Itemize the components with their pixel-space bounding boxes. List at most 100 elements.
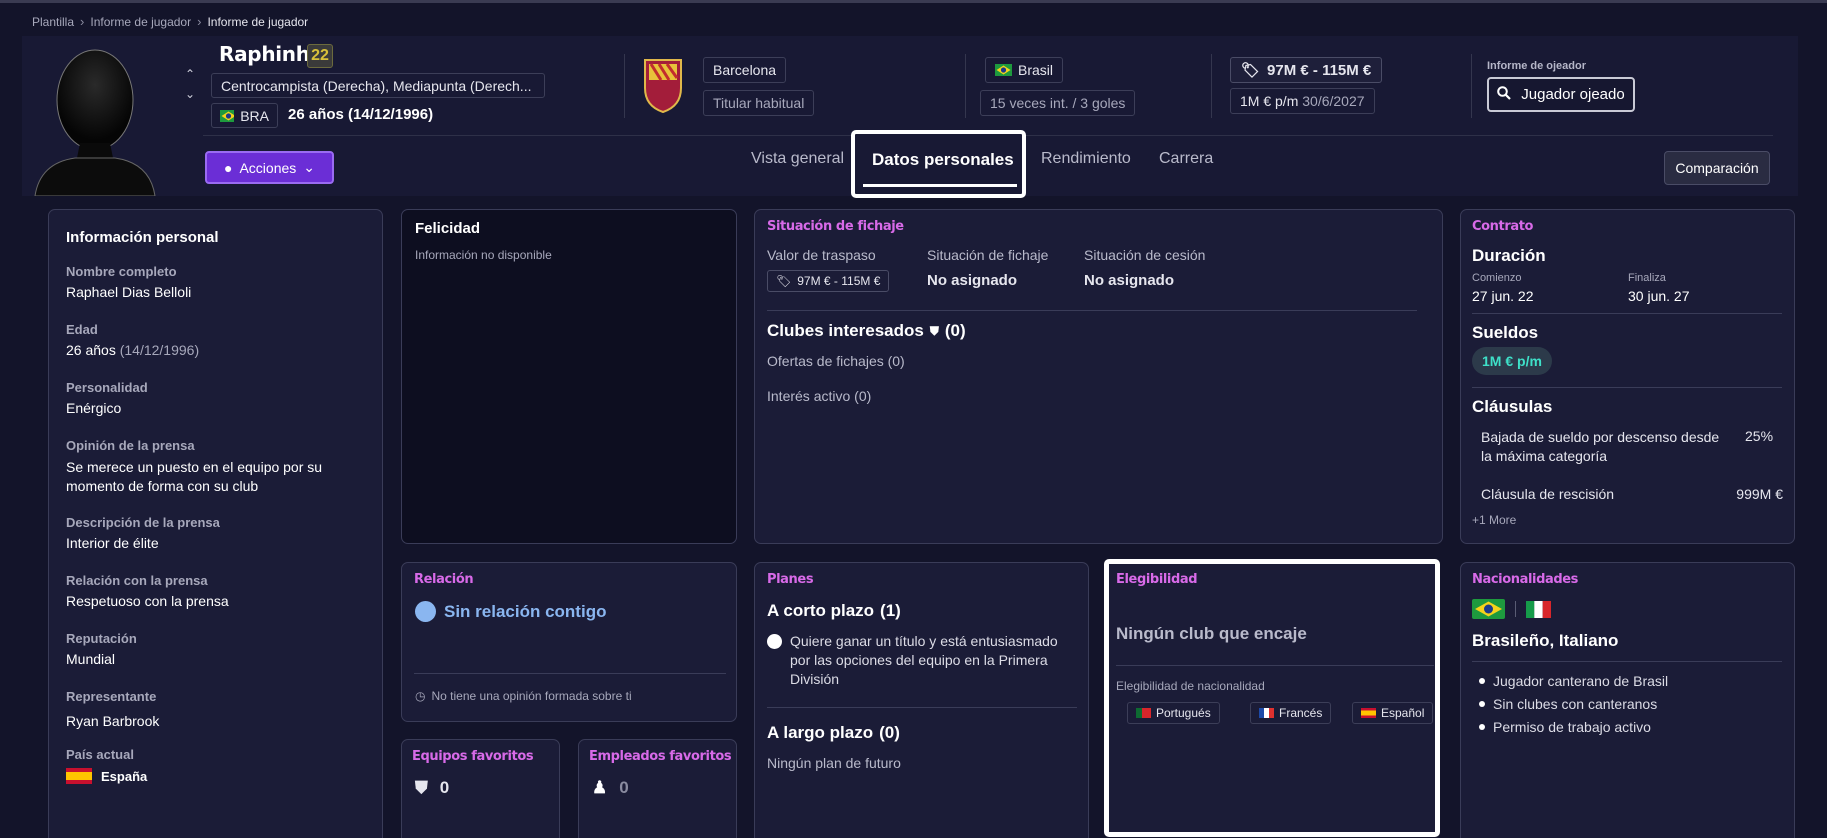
tab-overview[interactable]: Vista general xyxy=(751,150,844,168)
long-term-text: Ningún plan de futuro xyxy=(767,755,901,771)
field-value: Respetuoso con la prensa xyxy=(66,593,229,609)
tab-career[interactable]: Carrera xyxy=(1159,150,1213,168)
clause-release-value: 999M € xyxy=(1736,486,1783,502)
relation-status-text: Sin relación contigo xyxy=(444,601,607,621)
list-item: Jugador canterano de Brasil xyxy=(1479,673,1668,689)
spain-flag-icon xyxy=(66,768,92,784)
contract-end: 30/6/2027 xyxy=(1302,93,1365,109)
brazil-flag-icon xyxy=(995,64,1012,76)
clause-relegation-value: 25% xyxy=(1745,428,1774,444)
breadcrumb-item[interactable]: Plantilla xyxy=(32,15,74,29)
chevron-down-icon: ⌄ xyxy=(303,159,315,175)
field-reputation: Reputación Mundial xyxy=(66,631,366,689)
clauses-title: Cláusulas xyxy=(1472,397,1553,416)
field-extra: (14/12/1996) xyxy=(119,342,200,358)
nationalities-title: Nacionalidades xyxy=(1472,572,1579,587)
list-item: Permiso de trabajo activo xyxy=(1479,719,1668,735)
wage-text: 1M € p/m xyxy=(1240,93,1299,109)
relation-title: Relación xyxy=(414,572,474,587)
field-press-opinion: Opinión de la prensa Se merece un puesto … xyxy=(66,438,366,515)
favourite-staff-panel: Empleados favoritos ♟ 0 xyxy=(578,739,737,838)
field-value: Mundial xyxy=(66,651,116,667)
divider xyxy=(1211,54,1212,118)
long-term: A largo plazo (0) xyxy=(767,723,900,743)
club-crest-icon xyxy=(644,59,682,114)
personal-info-panel: Información personal Nombre completo Raph… xyxy=(48,209,383,838)
country-badge[interactable]: Brasil xyxy=(985,57,1064,83)
relation-note-text: No tiene una opinión formada sobre ti xyxy=(431,689,632,703)
personal-info-title: Información personal xyxy=(66,229,219,246)
contract-start-label: Comienzo xyxy=(1472,272,1522,284)
bullet-icon xyxy=(1479,701,1485,707)
field-label: País actual xyxy=(66,747,134,762)
favourite-teams-count: ⛊ 0 xyxy=(415,778,449,798)
favourite-teams-title: Equipos favoritos xyxy=(412,749,534,764)
nationalities-names: Brasileño, Italiano xyxy=(1472,631,1619,650)
favourite-teams-count-value: 0 xyxy=(439,778,450,797)
contract-title: Contrato xyxy=(1472,219,1534,234)
plans-panel: Planes A corto plazo (1) Quiere ganar un … xyxy=(754,562,1089,838)
field-value: Interior de élite xyxy=(66,535,159,551)
favourite-staff-title: Empleados favoritos xyxy=(589,749,732,764)
tab-personal-data[interactable]: Datos personales xyxy=(851,130,1026,198)
international-caps: 15 veces int. / 3 goles xyxy=(980,90,1136,116)
field-value: Se merece un puesto en el equipo por su … xyxy=(66,459,323,494)
actions-label: Acciones xyxy=(239,159,297,176)
clock-icon: ◷ xyxy=(415,689,426,703)
field-value: Enérgico xyxy=(66,400,122,416)
field-value: Ryan Barbrook xyxy=(66,713,160,729)
clause-relegation: Bajada de sueldo por descenso desde la m… xyxy=(1481,429,1720,464)
language-name: Francés xyxy=(1279,706,1323,720)
interested-clubs-count: (0) xyxy=(944,321,966,340)
language-name: Español xyxy=(1381,706,1425,720)
more-clauses-link[interactable]: +1 More xyxy=(1472,513,1516,527)
spain-flag-icon xyxy=(1361,708,1376,718)
chevron-right-icon: › xyxy=(80,14,85,29)
relation-note: ◷ No tiene una opinión formada sobre ti xyxy=(415,689,632,703)
interested-clubs-title: Clubes interesados xyxy=(767,321,924,340)
contract-end-date: 30 jun. 27 xyxy=(1628,288,1690,304)
language-chip-french: Francés xyxy=(1250,702,1332,724)
club-name[interactable]: Barcelona xyxy=(703,57,787,83)
scouted-player-button[interactable]: Jugador ojeado xyxy=(1487,77,1635,112)
favourite-staff-count-value: 0 xyxy=(619,778,629,797)
chevron-down-icon[interactable]: ⌄ xyxy=(185,87,195,101)
avatar xyxy=(34,49,156,196)
transfer-status-title: Situación de fichaje xyxy=(767,219,904,234)
plans-title: Planes xyxy=(767,572,814,587)
tab-performance[interactable]: Rendimiento xyxy=(1041,150,1131,168)
field-value: España xyxy=(101,768,148,784)
relation-panel: Relación Sin relación contigo ◷ No tiene … xyxy=(401,562,737,722)
contract-start: 27 jun. 22 xyxy=(1472,288,1534,304)
wages-title: Sueldos xyxy=(1472,323,1539,342)
breadcrumb-item[interactable]: Informe de jugador xyxy=(90,15,191,29)
divider xyxy=(1472,313,1782,314)
list-item-text: Permiso de trabajo activo xyxy=(1493,719,1651,735)
portugal-flag-icon xyxy=(1136,708,1151,718)
interested-clubs: Clubes interesados ⛊ (0) xyxy=(767,321,966,341)
wage-contract: 1M € p/m 30/6/2027 xyxy=(1230,88,1375,114)
field-agent: Representante Ryan Barbrook xyxy=(66,689,366,747)
active-interest[interactable]: Interés activo (0) xyxy=(767,388,871,404)
top-bar xyxy=(0,0,1827,3)
divider xyxy=(1472,387,1782,388)
chevron-up-icon[interactable]: ⌃ xyxy=(185,67,195,81)
contract-end-label: Finaliza xyxy=(1628,272,1666,284)
short-term-count: (1) xyxy=(880,601,901,620)
field-full-name: Nombre completo Raphael Dias Belloli xyxy=(66,264,366,322)
compare-button[interactable]: Comparación xyxy=(1664,151,1770,185)
field-label: Representante xyxy=(66,689,157,704)
list-item-text: Sin clubes con canteranos xyxy=(1493,696,1658,712)
player-number: 22 xyxy=(307,44,333,68)
divider xyxy=(1116,665,1434,666)
trophy-icon xyxy=(767,634,782,649)
field-value: Raphael Dias Belloli xyxy=(66,284,192,300)
breadcrumb: Plantilla › Informe de jugador › Informe d… xyxy=(32,14,308,29)
list-item-text: Jugador canterano de Brasil xyxy=(1493,673,1669,689)
price-tag-icon: 🏷 xyxy=(776,274,792,288)
contract-duration-title: Duración xyxy=(1472,246,1546,265)
field-press-relation: Relación con la prensa Respetuoso con la … xyxy=(66,573,366,631)
transfer-status-panel: Situación de fichaje Valor de traspaso 🏷… xyxy=(754,209,1443,544)
actions-button[interactable]: ● Acciones ⌄ xyxy=(205,151,334,184)
transfer-offers[interactable]: Ofertas de fichajes (0) xyxy=(767,353,905,369)
